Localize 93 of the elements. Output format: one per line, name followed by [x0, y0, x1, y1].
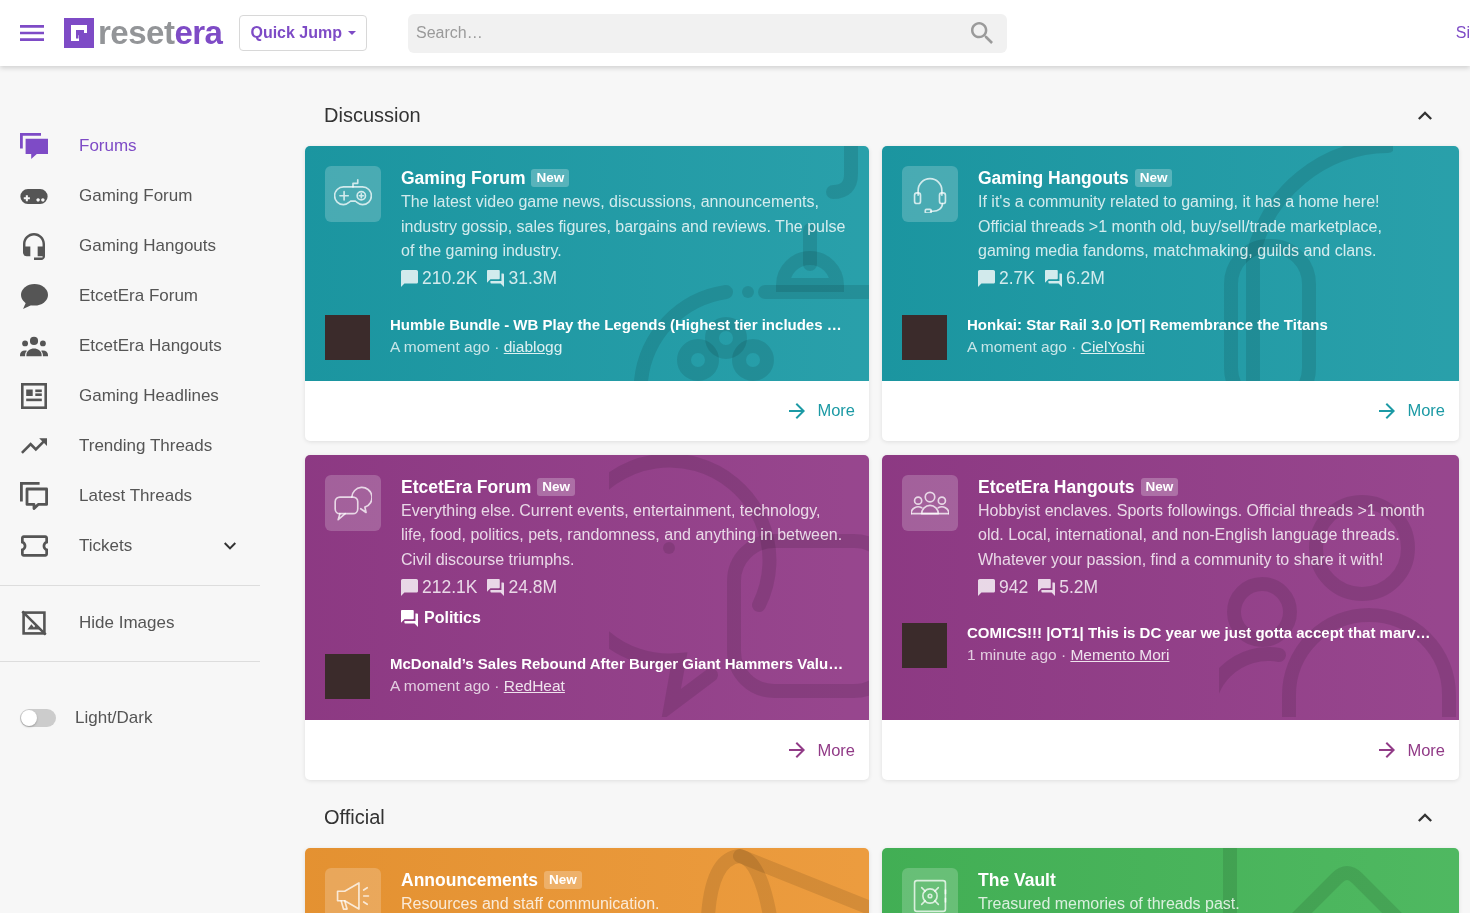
thread-count: 212.1K	[422, 575, 478, 599]
thread-count: 210.2K	[422, 267, 478, 291]
headset-icon	[902, 166, 958, 222]
chat-bubbles-icon	[20, 132, 48, 160]
sidebar-item[interactable]: Latest Threads	[0, 471, 260, 521]
sidebar-item[interactable]: Gaming Headlines	[0, 371, 260, 421]
thread-meta: 1 minute ago · Memento Mori	[967, 645, 1170, 665]
thread-count: 942	[999, 575, 1029, 599]
section-title: Discussion	[324, 103, 421, 128]
message-count: 31.3M	[508, 267, 558, 291]
avatar-placeholder	[902, 623, 947, 668]
forum-description: Everything else. Current events, entertainment, technology, life, food, politics, pets, randomness, and anything in between. Civil discourse triumphs.	[401, 500, 844, 570]
author-link[interactable]: RedHeat	[503, 677, 565, 694]
more-link[interactable]: More	[789, 398, 855, 423]
megaphone-icon	[325, 868, 381, 913]
people-icon	[20, 335, 48, 357]
subforum-link[interactable]: Politics	[401, 606, 481, 630]
quick-jump-button[interactable]: Quick Jump	[239, 15, 368, 51]
trending-up-icon	[21, 438, 47, 454]
thread-meta: A moment ago · diablogg	[390, 336, 563, 357]
headset-icon	[23, 232, 45, 260]
sidebar-item[interactable]: Forums	[0, 121, 260, 171]
arrow-right-icon	[1379, 402, 1396, 419]
new-badge: New	[1140, 477, 1179, 496]
gamepad-icon	[325, 166, 381, 222]
caret-down-icon	[348, 31, 357, 35]
gamepad-icon	[20, 188, 48, 204]
forum-description: Resources and staff communication.	[401, 894, 661, 913]
new-badge: New	[537, 477, 576, 496]
new-badge: New	[531, 169, 570, 187]
avatar-placeholder	[902, 314, 947, 360]
sidebar-item[interactable]: EtcetEra Hangouts	[0, 321, 260, 371]
chevron-up-icon[interactable]	[1418, 812, 1432, 822]
thread-title-link[interactable]: COMICS!!! |OT1| This is DC year we just gotta accept that marv…	[967, 623, 1431, 643]
avatar-placeholder	[325, 654, 370, 699]
sidebar-item[interactable]: EtcetEra Forum	[0, 271, 260, 321]
comment-icon	[401, 578, 418, 596]
comments-icon	[1038, 578, 1056, 596]
comment-icon	[401, 270, 418, 287]
message-count: 24.8M	[508, 575, 558, 599]
thread-title-link[interactable]: Honkai: Star Rail 3.0 |OT| Remembrance the Titans	[967, 314, 1328, 335]
thread-meta: A moment ago · RedHeat	[390, 676, 565, 696]
image-off-icon	[21, 610, 47, 636]
section-title: Official	[324, 805, 385, 830]
thread-title-link[interactable]: Humble Bundle - WB Play the Legends (Highest tier includes …	[390, 314, 842, 335]
arrow-right-icon	[1379, 742, 1396, 758]
forum-description: Hobbyist enclaves. Sports followings. Official threads >1 month old. Local, international, and non-English language threads. Whatever your passion, find a community to share it with!	[978, 500, 1426, 570]
more-link[interactable]: More	[1379, 398, 1445, 423]
forum-title-link[interactable]: EtcetEra Hangouts	[978, 474, 1135, 499]
new-badge: New	[544, 871, 582, 889]
sidebar-item[interactable]: Tickets	[0, 521, 260, 571]
thread-title-link[interactable]: McDonald’s Sales Rebound After Burger Giant Hammers Valu…	[390, 654, 844, 674]
comment-icon	[978, 270, 995, 287]
sidebar-item[interactable]: Trending Threads	[0, 421, 260, 471]
forum-title-link[interactable]: Gaming Forum	[401, 166, 526, 190]
people-icon	[902, 474, 958, 531]
more-link[interactable]: More	[1379, 737, 1445, 763]
logo-link[interactable]: resetera	[64, 15, 223, 51]
theme-toggle[interactable]	[20, 709, 56, 727]
comments-icon	[1045, 270, 1062, 287]
comments-icon	[487, 270, 505, 287]
header-link[interactable]: Si	[1455, 21, 1470, 45]
chat-bubbles-icon	[325, 474, 381, 531]
chevron-up-icon[interactable]	[1418, 110, 1432, 120]
comment-icon	[978, 578, 995, 596]
thread-count: 2.7K	[999, 267, 1035, 291]
thread-meta: A moment ago · CielYoshi	[967, 336, 1145, 357]
forum-description: Treasured memories of threads past.	[978, 894, 1241, 913]
speech-bubble-icon	[20, 283, 48, 309]
arrow-right-icon	[789, 742, 806, 758]
arrow-right-icon	[789, 402, 806, 419]
forum-title-link[interactable]: EtcetEra Forum	[401, 474, 532, 499]
forum-title-link[interactable]: Gaming Hangouts	[978, 166, 1129, 190]
toggle-label: Light/Dark	[75, 707, 153, 730]
message-count: 6.2M	[1066, 267, 1105, 291]
message-count: 5.2M	[1059, 575, 1099, 599]
avatar-placeholder	[325, 314, 370, 360]
logo-mark-icon	[64, 18, 94, 48]
comments-icon	[487, 578, 505, 596]
safe-icon	[902, 868, 958, 913]
sidebar-item[interactable]: Gaming Hangouts	[0, 221, 260, 271]
menu-icon[interactable]	[20, 25, 44, 41]
forum-description: The latest video game news, discussions, announcements, industry gossip, sales figures, bargains and reviews. The pulse of the gaming industry.	[401, 192, 847, 261]
chat-bubbles-icon	[20, 482, 48, 510]
more-link[interactable]: More	[789, 737, 855, 763]
ticket-icon	[20, 535, 48, 557]
sidebar-item[interactable]: Gaming Forum	[0, 171, 260, 221]
comments-icon	[401, 609, 418, 627]
author-link[interactable]: Memento Mori	[1070, 646, 1170, 663]
forum-description: If it's a community related to gaming, it has a home here! Official threads >1 month old, buy/sell/trade marketplace, gaming media fandoms, matchmaking, guilds and clans.	[978, 192, 1383, 261]
new-badge: New	[1134, 169, 1173, 187]
hide-images-item[interactable]: Hide Images	[0, 598, 260, 648]
newspaper-icon	[21, 383, 47, 409]
